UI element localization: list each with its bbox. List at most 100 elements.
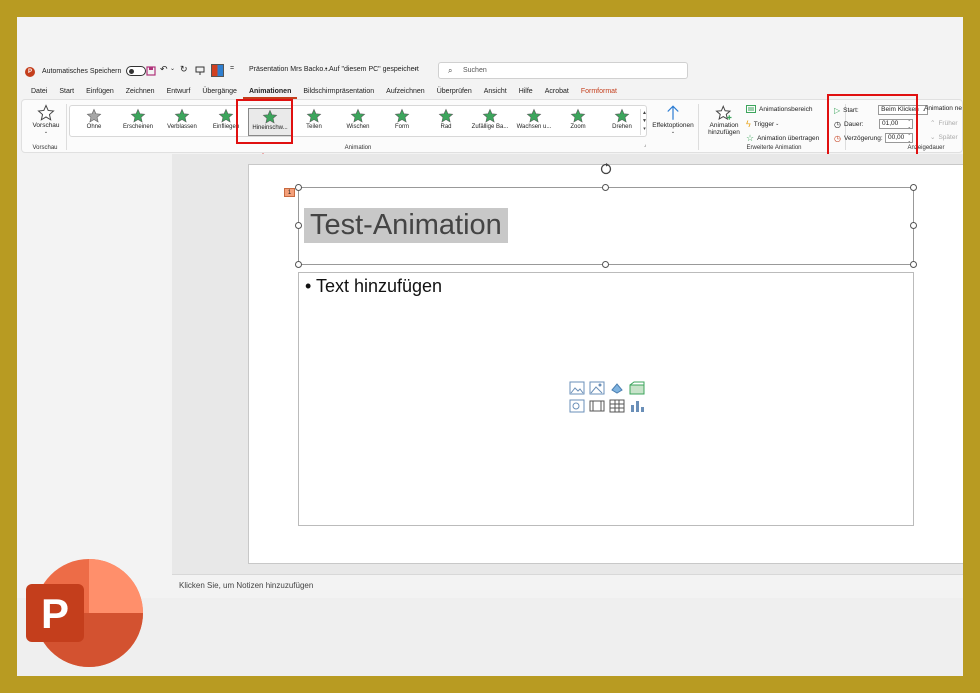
animation-pane-label: Animationsbereich	[759, 105, 813, 113]
separator	[66, 104, 67, 150]
move-later-button[interactable]: ⌄ Später	[930, 133, 958, 142]
dialog-launcher-icon[interactable]: ⌟	[644, 142, 646, 148]
slide-thumbnail-pane[interactable]	[17, 154, 167, 579]
gallery-item-verblassen[interactable]: Verblassen	[160, 108, 204, 136]
animation-painter-button[interactable]: ☆ Animation übertragen	[746, 133, 819, 144]
gallery-item-zoom[interactable]: Zoom	[556, 108, 600, 136]
tab-ueberpruefen[interactable]: Überprüfen	[431, 85, 478, 99]
slide-body-text[interactable]: • Text hinzufügen	[305, 276, 442, 297]
painter-star-icon: ☆	[746, 133, 755, 143]
insert-video-icon[interactable]	[589, 399, 605, 413]
logo-letter: P	[41, 590, 69, 637]
tab-bildschirmpraesentation[interactable]: Bildschirmpräsentation	[297, 85, 380, 99]
earlier-arrow-icon: ⌃	[930, 120, 936, 127]
insert-content-icons	[569, 381, 645, 413]
title-bar: P Automatisches Speichern ↶ ⌄ ↻ = Präsen…	[17, 61, 963, 83]
effect-options-dropdown-icon: ⌄	[670, 129, 676, 135]
gallery-item-erscheinen[interactable]: Erscheinen	[116, 108, 160, 136]
save-icon[interactable]	[146, 66, 156, 76]
group-label-advanced: Erweiterte Animation	[746, 145, 802, 151]
animation-order-tag[interactable]: 1	[284, 188, 295, 197]
animation-gallery: ▲ ▼ ▾ Ohne Erscheinen Verblassen Einfliegen Hi…	[69, 105, 647, 137]
effect-options-button[interactable]: Effektoptionen ⌄	[651, 104, 695, 135]
tab-animationen[interactable]: Animationen	[242, 85, 298, 99]
resize-handle[interactable]	[910, 261, 917, 268]
effect-options-label: Effektoptionen	[652, 122, 694, 129]
location-dropdown-icon[interactable]: ⌄	[413, 65, 418, 72]
gallery-item-zufällige-ba[interactable]: Zufällige Ba...	[468, 108, 512, 136]
animation-pane-button[interactable]: Animationsbereich	[746, 105, 812, 113]
search-box[interactable]: ⌕ Suchen	[438, 62, 688, 79]
content-placeholder[interactable]: • Text hinzufügen	[298, 272, 914, 526]
gallery-item-label: Erscheinen	[122, 124, 154, 130]
highlight-box-timing	[827, 94, 918, 159]
notes-pane[interactable]: Klicken Sie, um Notizen hinzuzufügen	[172, 574, 963, 598]
tab-formformat[interactable]: Formformat	[575, 85, 623, 99]
gallery-item-wachsen-u[interactable]: Wachsen u...	[512, 108, 556, 136]
tab-entwurf[interactable]: Entwurf	[161, 85, 197, 99]
tab-uebergaenge[interactable]: Übergänge	[196, 85, 243, 99]
slide-title[interactable]: Test-Animation	[304, 208, 508, 243]
insert-stock-image-icon[interactable]	[589, 381, 605, 395]
gallery-item-drehen[interactable]: Drehen	[600, 108, 644, 136]
tab-aufzeichnen[interactable]: Aufzeichnen	[380, 85, 431, 99]
undo-dropdown-icon[interactable]: ⌄	[170, 65, 175, 72]
add-animation-label: Animation hinzufügen	[708, 122, 740, 136]
resize-handle[interactable]	[602, 184, 609, 191]
redo-icon[interactable]: ↻	[180, 64, 188, 75]
preview-dropdown-icon: ⌄	[43, 129, 49, 135]
gallery-item-label: Zufällige Ba...	[471, 124, 509, 130]
save-location[interactable]: • Auf "diesem PC" gespeichert	[325, 66, 419, 73]
qat-customize[interactable]: =	[230, 65, 234, 72]
notes-placeholder: Klicken Sie, um Notizen hinzuzufügen	[179, 581, 314, 590]
preview-button[interactable]: Vorschau ⌄	[28, 104, 64, 135]
tab-acrobat[interactable]: Acrobat	[539, 85, 575, 99]
insert-picture-icon[interactable]	[569, 381, 585, 395]
resize-handle[interactable]	[910, 184, 917, 191]
document-title[interactable]: Präsentation Mrs Backo...	[249, 66, 329, 73]
ribbon-tabs: Datei Start Einfügen Zeichnen Entwurf Üb…	[17, 85, 963, 99]
trigger-button[interactable]: ϟ Trigger ⌄	[746, 119, 779, 129]
tab-datei[interactable]: Datei	[25, 85, 53, 99]
gallery-item-rad[interactable]: Rad	[424, 108, 468, 136]
resize-handle[interactable]	[295, 261, 302, 268]
later-label: Später	[938, 133, 958, 141]
slide-editor-area: 1 Test-Animation • Text hinzufügen	[172, 154, 963, 579]
gallery-item-form[interactable]: Form	[380, 108, 424, 136]
move-earlier-button[interactable]: ⌃ Früher	[930, 119, 958, 128]
insert-3d-model-icon[interactable]	[629, 381, 645, 395]
present-icon[interactable]	[195, 66, 205, 76]
add-animation-button[interactable]: Animation hinzufügen	[704, 104, 744, 136]
gallery-item-label: Form	[395, 124, 409, 130]
tab-start[interactable]: Start	[53, 85, 80, 99]
slide-canvas[interactable]: 1 Test-Animation • Text hinzufügen	[248, 162, 963, 564]
tab-ansicht[interactable]: Ansicht	[478, 85, 513, 99]
reorder-label: Animation ne	[924, 105, 962, 112]
tab-hilfe[interactable]: Hilfe	[513, 85, 539, 99]
tab-zeichnen[interactable]: Zeichnen	[120, 85, 161, 99]
animation-star-icon	[482, 108, 498, 123]
search-icon: ⌕	[448, 66, 453, 75]
resize-handle[interactable]	[602, 261, 609, 268]
earlier-label: Früher	[938, 119, 958, 127]
gallery-item-label: Teilen	[306, 124, 322, 130]
title-placeholder[interactable]: Test-Animation	[298, 187, 914, 265]
color-picker-icon[interactable]	[211, 64, 224, 77]
gallery-item-wischen[interactable]: Wischen	[336, 108, 380, 136]
powerpoint-mini-logo: P	[25, 67, 35, 77]
insert-icon-icon[interactable]	[609, 381, 625, 395]
rotate-handle-icon[interactable]	[599, 162, 613, 176]
gallery-item-ohne[interactable]: Ohne	[72, 108, 116, 136]
undo-icon[interactable]: ↶	[160, 64, 168, 75]
autosave-toggle[interactable]	[126, 66, 147, 76]
gallery-item-teilen[interactable]: Teilen	[292, 108, 336, 136]
tab-einfuegen[interactable]: Einfügen	[80, 85, 120, 99]
resize-handle[interactable]	[910, 222, 917, 229]
insert-online-picture-icon[interactable]	[569, 399, 585, 413]
resize-handle[interactable]	[295, 184, 302, 191]
insert-table-icon[interactable]	[609, 399, 625, 413]
insert-chart-icon[interactable]	[629, 399, 645, 413]
powerpoint-window: P Automatisches Speichern ↶ ⌄ ↻ = Präsen…	[17, 17, 963, 676]
resize-handle[interactable]	[295, 222, 302, 229]
animation-star-icon	[174, 108, 190, 123]
